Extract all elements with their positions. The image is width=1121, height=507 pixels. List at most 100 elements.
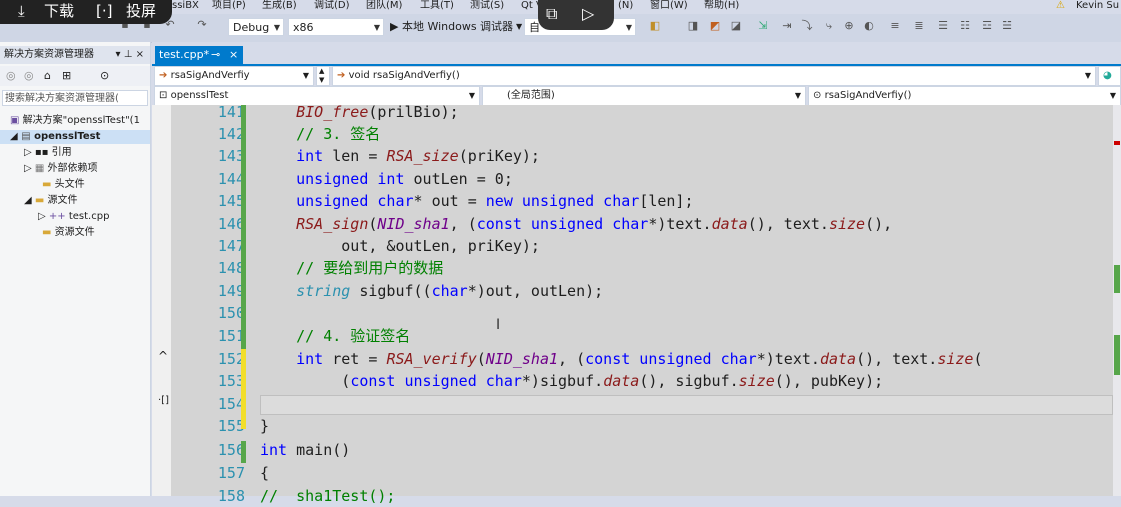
- pip-icon[interactable]: ⧉: [546, 4, 557, 24]
- code-line: string sigbuf((char*)out, outLen);: [296, 282, 604, 300]
- step-icon[interactable]: ⇲: [756, 19, 770, 33]
- function-icon: ⊙: [813, 90, 822, 101]
- line-number: 156: [217, 441, 245, 459]
- tree-test-cpp[interactable]: ▷ ++ test.cpp: [38, 210, 109, 224]
- expand-icon[interactable]: ▷: [38, 211, 46, 222]
- tree-solution[interactable]: ▣ 解决方案"opensslTest"(1: [10, 114, 140, 128]
- bookmark-prev-icon[interactable]: ◩: [708, 19, 722, 33]
- tree-resources[interactable]: ▬ 资源文件: [42, 226, 95, 240]
- user-name[interactable]: Kevin Su: [1076, 0, 1119, 12]
- line-number: 155: [217, 417, 245, 435]
- tree-headers[interactable]: ▬ 头文件: [42, 178, 85, 192]
- menu-build[interactable]: 生成(B): [262, 0, 297, 12]
- config-select[interactable]: Debug ▼: [228, 18, 284, 36]
- menu-tools[interactable]: 工具(T): [420, 0, 454, 12]
- start-debugger-button[interactable]: ▶ 本地 Windows 调试器: [390, 19, 513, 35]
- redo-icon[interactable]: ↷: [195, 18, 209, 32]
- align2-icon[interactable]: ☲: [980, 19, 994, 33]
- line-number: 144: [217, 170, 245, 188]
- menu-project[interactable]: 项目(P): [212, 0, 246, 12]
- expand-icon[interactable]: ▷: [24, 163, 32, 174]
- align-icon[interactable]: ☷: [958, 19, 972, 33]
- line-number: 153: [217, 372, 245, 390]
- home-icon[interactable]: ⌂: [44, 69, 51, 82]
- line-number: 148: [217, 259, 245, 277]
- menu-partial[interactable]: ssiBX: [172, 0, 199, 12]
- code-line: // 4. 验证签名: [296, 327, 411, 345]
- download-button[interactable]: 下载: [44, 0, 74, 22]
- list-icon[interactable]: ☰: [936, 19, 950, 33]
- cpp-file-icon: ++: [48, 211, 66, 222]
- bookmark-next-icon[interactable]: ◪: [729, 19, 743, 33]
- global-scope-dropdown[interactable]: (全局范围) ▼: [482, 86, 806, 106]
- pin-icon[interactable]: ⊸: [211, 46, 220, 64]
- menu-debug[interactable]: 调试(D): [314, 0, 350, 12]
- breakpoint-icon[interactable]: ◐: [862, 19, 876, 33]
- function-dropdown[interactable]: ⊙ rsaSigAndVerfiy() ▼: [808, 86, 1121, 106]
- forward-icon[interactable]: ◎: [24, 69, 34, 82]
- tree-project[interactable]: ◢ ▤ opensslTest: [0, 130, 150, 144]
- find-icon[interactable]: ◧: [648, 19, 662, 33]
- references-icon: ▪▪: [34, 147, 49, 158]
- vertical-scrollbar[interactable]: [1113, 105, 1121, 496]
- history-icon[interactable]: ⊙: [100, 69, 109, 82]
- project-icon: ⊡: [159, 90, 168, 101]
- tree-references[interactable]: ▷ ▪▪ 引用: [24, 146, 72, 160]
- menu-test[interactable]: 测试(S): [470, 0, 504, 12]
- download-icon[interactable]: ⤓: [18, 0, 25, 22]
- bracket-icon: ·[]: [158, 395, 169, 406]
- folder-icon: ▬: [42, 179, 52, 190]
- pip-overlay: ⧉ ▷: [538, 0, 614, 30]
- cast-button[interactable]: 投屏: [126, 0, 156, 22]
- tab-test-cpp[interactable]: test.cpp* ⊸ ×: [155, 46, 243, 64]
- menu-team[interactable]: 团队(M): [366, 0, 402, 12]
- close-icon[interactable]: ×: [229, 46, 238, 64]
- outdent-icon[interactable]: ≣: [912, 19, 926, 33]
- scope-dropdown[interactable]: ➔ rsaSigAndVerfiy ▼: [154, 66, 314, 86]
- comment-icon[interactable]: ⤷: [822, 19, 836, 33]
- chevron-down-icon[interactable]: ▼: [516, 18, 522, 36]
- sync-icon[interactable]: ⊞: [62, 69, 71, 82]
- arrow-icon[interactable]: ⇥: [780, 19, 794, 33]
- expand-icon[interactable]: ▷: [24, 147, 32, 158]
- member-dropdown[interactable]: ➔ void rsaSigAndVerfiy() ▼: [332, 66, 1096, 86]
- platform-select[interactable]: x86 ▼: [288, 18, 384, 36]
- align3-icon[interactable]: ☱: [1000, 19, 1014, 33]
- solution-explorer-toolbar: ◎ ◎ ⌂ ⊞ ⊙: [0, 66, 150, 86]
- bookmark-icon[interactable]: ◨: [686, 19, 700, 33]
- change-marker: [1114, 335, 1120, 375]
- menu-help[interactable]: 帮助(H): [704, 0, 739, 12]
- nav-spinner[interactable]: ▲ ▼: [316, 66, 330, 86]
- refresh-icon[interactable]: ◕: [1098, 66, 1121, 86]
- collapse-icon[interactable]: ◢: [24, 195, 32, 206]
- line-number: 150: [217, 304, 245, 322]
- line-numbers: 141 142 143 144 145 146 147 148 149 150 151 152 153 1…: [171, 103, 245, 505]
- collapse-icon[interactable]: ◢: [10, 131, 18, 142]
- menu-partial-n[interactable]: (N): [618, 0, 633, 12]
- line-number: 146: [217, 215, 245, 233]
- warning-icon[interactable]: ⚠: [1056, 0, 1065, 12]
- indent-icon[interactable]: ≡: [888, 19, 902, 33]
- tree-sources[interactable]: ◢ ▬ 源文件: [24, 194, 78, 208]
- change-marker: [241, 349, 246, 429]
- solution-search-input[interactable]: 搜索解决方案资源管理器(: [2, 90, 148, 106]
- tree-external-deps[interactable]: ▷ ▦ 外部依赖项: [24, 162, 98, 176]
- back-icon[interactable]: ◎: [6, 69, 16, 82]
- chevron-down-icon: ▼: [1084, 71, 1091, 80]
- code-editor[interactable]: ^ ·[] 141 142 143 144 145 146 147 148 149 150 151 1…: [152, 103, 1121, 505]
- cast-icon[interactable]: [·]: [96, 0, 112, 22]
- play-icon[interactable]: ▷: [582, 4, 594, 23]
- change-marker: [241, 105, 246, 128]
- error-marker: [1114, 141, 1120, 145]
- document-tabs: test.cpp* ⊸ ×: [152, 42, 1121, 66]
- pin-icon[interactable]: ▾ ⊥ ×: [116, 46, 144, 64]
- folder-icon: ▬: [34, 195, 45, 206]
- project-icon: ▤: [21, 131, 31, 142]
- menu-window[interactable]: 窗口(W): [650, 0, 688, 12]
- code-line: // 3. 签名: [296, 125, 381, 143]
- format-icon[interactable]: ⤵: [800, 19, 814, 33]
- collapse-indicator-icon[interactable]: ^: [158, 349, 168, 363]
- uncomment-icon[interactable]: ⊕: [842, 19, 856, 33]
